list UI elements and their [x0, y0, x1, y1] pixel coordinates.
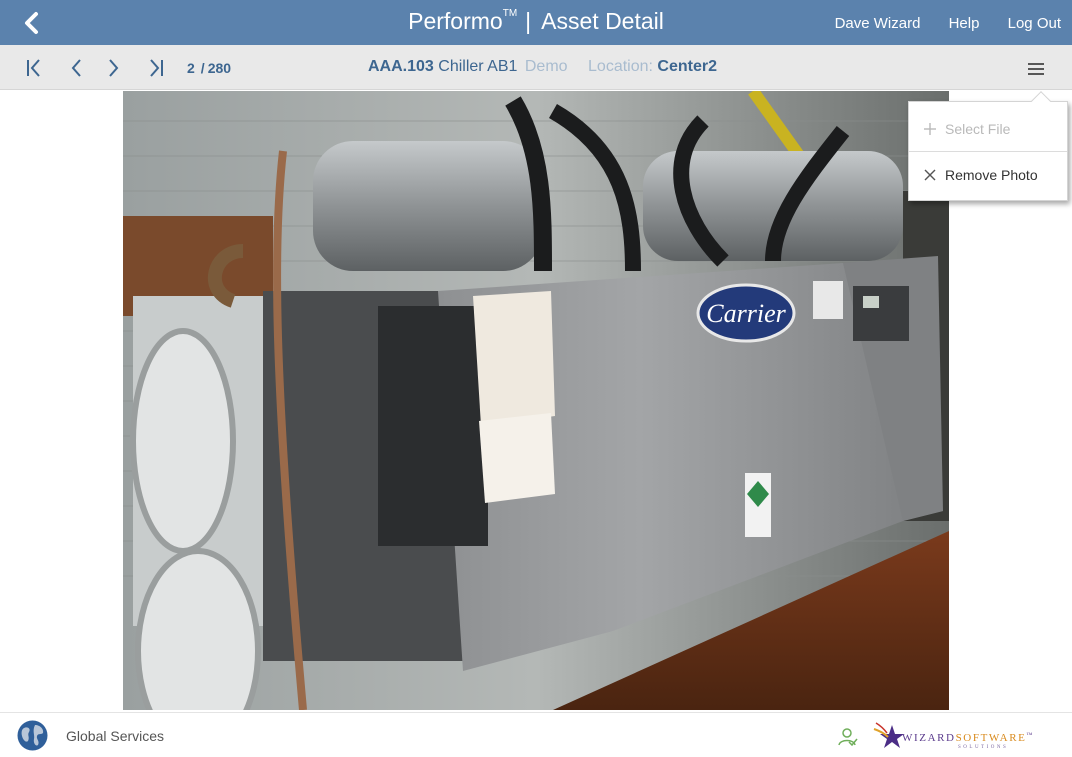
remove-photo-label: Remove Photo	[945, 167, 1038, 183]
app-name: Performo	[408, 8, 503, 34]
record-pager: 2 /280	[187, 60, 231, 76]
wordmark-solutions: SOLUTIONS	[958, 745, 1009, 750]
asset-tag: Demo	[524, 58, 568, 75]
asset-summary: AAA.103 Chiller AB1 Demo Location: Cente…	[368, 58, 717, 76]
current-record: 2	[187, 60, 195, 76]
back-arrow-icon[interactable]	[18, 9, 46, 37]
close-icon	[924, 169, 936, 181]
asset-name: Chiller AB1	[438, 58, 518, 75]
user-name-link[interactable]: Dave Wizard	[835, 15, 921, 32]
carrier-logo-text: Carrier	[706, 299, 786, 328]
wizard-software-wordmark: WIZARDSOFTWARE™	[902, 732, 1034, 744]
last-page-icon[interactable]	[144, 57, 166, 79]
header-links: Dave Wizard Help Log Out	[811, 15, 1061, 32]
location-value: Center2	[657, 58, 717, 75]
asset-photo: Carrier	[123, 91, 949, 710]
total-records: 280	[207, 60, 232, 76]
plus-icon	[924, 123, 936, 135]
globe-icon	[17, 720, 48, 751]
app-header: PerformoTM | Asset Detail Dave Wizard Help…	[0, 0, 1072, 45]
wordmark-software: SOFTWARE	[955, 732, 1027, 744]
logout-link[interactable]: Log Out	[1008, 15, 1061, 32]
company-name: Global Services	[66, 728, 165, 744]
wizard-software-logo: WIZARDSOFTWARE™ SOLUTIONS	[872, 719, 1062, 753]
next-icon[interactable]	[102, 57, 124, 79]
pager-slash: /	[200, 60, 205, 76]
asset-id: AAA.103	[368, 58, 434, 75]
screen-title: Asset Detail	[541, 8, 664, 34]
photo-actions-menu: Select File Remove Photo	[908, 91, 1068, 201]
user-status-icon[interactable]	[836, 726, 858, 748]
previous-icon[interactable]	[66, 57, 88, 79]
menu-divider	[909, 151, 1067, 152]
select-file-label: Select File	[945, 121, 1011, 137]
remove-photo-menu-item[interactable]: Remove Photo	[909, 153, 1067, 197]
app-footer: Global Services WIZARDSOFTWARE™ SOLUTION…	[0, 712, 1072, 757]
trademark-mark: TM	[502, 8, 518, 20]
star-logo-icon	[873, 722, 904, 748]
select-file-menu-item: Select File	[909, 107, 1067, 151]
help-link[interactable]: Help	[949, 15, 980, 32]
location-label: Location:	[588, 58, 653, 75]
wordmark-tm: ™	[1026, 732, 1034, 739]
title-separator: |	[525, 8, 532, 34]
wordmark-wizard: WIZARD	[902, 732, 956, 744]
record-toolbar: 2 /280 AAA.103 Chiller AB1 Demo Location:…	[0, 45, 1072, 90]
first-page-icon[interactable]	[24, 57, 46, 79]
hamburger-menu-icon[interactable]	[1023, 58, 1049, 80]
chiller-photo-illustration: Carrier	[123, 91, 949, 710]
